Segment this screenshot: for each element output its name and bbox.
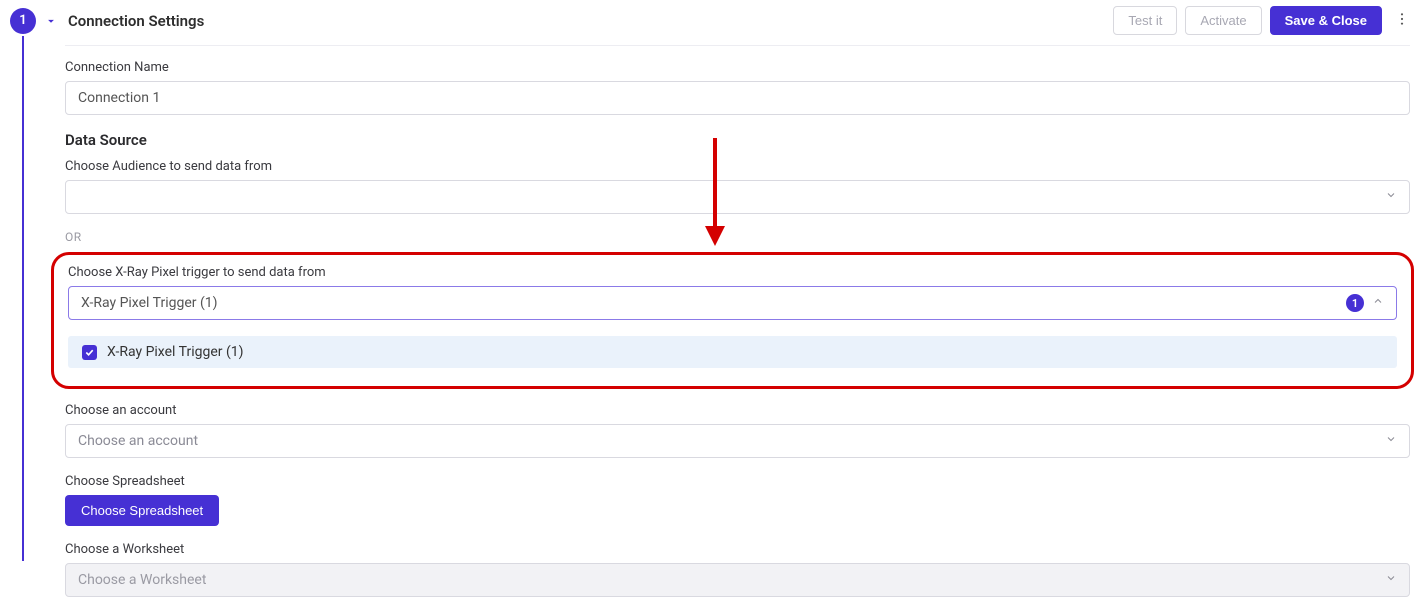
or-separator: OR xyxy=(65,230,1410,244)
worksheet-label: Choose a Worksheet xyxy=(65,542,1410,557)
account-label: Choose an account xyxy=(65,403,1410,418)
chevron-down-icon xyxy=(1385,572,1397,588)
step-number-badge: 1 xyxy=(10,8,36,34)
audience-field: Choose Audience to send data from xyxy=(65,159,1410,214)
chevron-down-icon xyxy=(1385,189,1397,205)
account-field: Choose an account Choose an account xyxy=(65,403,1410,458)
xray-option[interactable]: X-Ray Pixel Trigger (1) xyxy=(68,336,1397,368)
save-close-button[interactable]: Save & Close xyxy=(1270,6,1382,35)
connection-name-input[interactable]: Connection 1 xyxy=(65,81,1410,115)
test-it-button[interactable]: Test it xyxy=(1113,6,1177,35)
audience-label: Choose Audience to send data from xyxy=(65,159,1410,174)
activate-button[interactable]: Activate xyxy=(1185,6,1261,35)
spreadsheet-field: Choose Spreadsheet Choose Spreadsheet xyxy=(65,474,1410,526)
account-placeholder: Choose an account xyxy=(78,433,198,449)
xray-dropdown: X-Ray Pixel Trigger (1) xyxy=(68,332,1397,368)
worksheet-placeholder: Choose a Worksheet xyxy=(78,572,206,588)
chevron-down-icon xyxy=(1385,433,1397,449)
more-vertical-icon[interactable] xyxy=(1390,7,1414,35)
xray-option-label: X-Ray Pixel Trigger (1) xyxy=(107,344,244,360)
choose-spreadsheet-button[interactable]: Choose Spreadsheet xyxy=(65,495,219,526)
header-row: 1 Connection Settings Test it Activate S… xyxy=(0,0,1424,45)
account-select[interactable]: Choose an account xyxy=(65,424,1410,458)
spreadsheet-label: Choose Spreadsheet xyxy=(65,474,1410,489)
data-source-heading: Data Source xyxy=(65,131,1410,149)
caret-down-icon[interactable] xyxy=(44,14,58,28)
worksheet-select[interactable]: Choose a Worksheet xyxy=(65,563,1410,597)
connection-name-label: Connection Name xyxy=(65,60,1410,75)
xray-count-badge: 1 xyxy=(1346,294,1364,312)
chevron-up-icon xyxy=(1372,295,1384,311)
worksheet-field: Choose a Worksheet Choose a Worksheet xyxy=(65,542,1410,597)
connection-name-field: Connection Name Connection 1 xyxy=(65,60,1410,115)
step-line xyxy=(22,36,24,561)
xray-select[interactable]: X-Ray Pixel Trigger (1) 1 xyxy=(68,286,1397,320)
page-title: Connection Settings xyxy=(68,12,204,30)
audience-select[interactable] xyxy=(65,180,1410,214)
header-actions: Test it Activate Save & Close xyxy=(1113,6,1414,35)
checkbox-checked-icon[interactable] xyxy=(82,345,97,360)
xray-selected-display: X-Ray Pixel Trigger (1) xyxy=(81,295,218,311)
xray-callout: Choose X-Ray Pixel trigger to send data … xyxy=(51,252,1414,389)
content-area: Connection Name Connection 1 Data Source… xyxy=(65,45,1410,607)
xray-label: Choose X-Ray Pixel trigger to send data … xyxy=(68,265,1397,280)
connection-name-value: Connection 1 xyxy=(78,90,160,106)
